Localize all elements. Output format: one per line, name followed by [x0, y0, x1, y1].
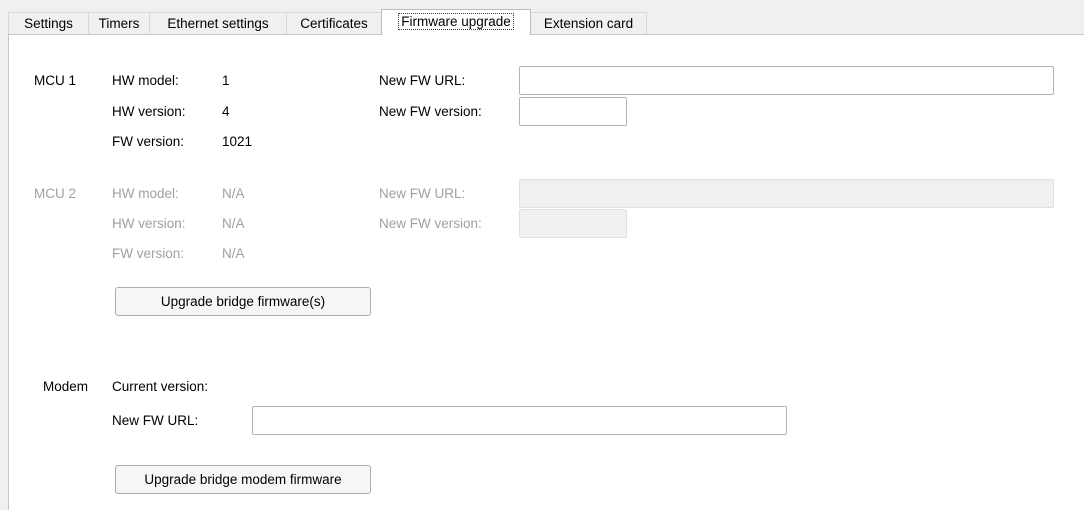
tab-ethernet-settings[interactable]: Ethernet settings [149, 12, 287, 34]
mcu1-title: MCU 1 [34, 73, 77, 88]
mcu2-hw-model-value: N/A [222, 186, 245, 201]
tab-label: Extension card [543, 16, 634, 31]
tab-label: Timers [98, 16, 140, 31]
tab-label: Firmware upgrade [398, 13, 514, 30]
upgrade-modem-firmware-button[interactable]: Upgrade bridge modem firmware [115, 465, 371, 494]
mcu1-new-fw-version-input[interactable] [519, 97, 627, 126]
mcu1-fw-version-label: FW version: [112, 134, 185, 149]
tab-label: Ethernet settings [167, 16, 269, 31]
mcu1-new-fw-version-label: New FW version: [379, 104, 482, 119]
mcu2-new-fw-version-label: New FW version: [379, 216, 482, 231]
mcu2-hw-model-label: HW model: [112, 186, 179, 201]
tab-extension-card[interactable]: Extension card [530, 12, 647, 34]
mcu2-title: MCU 2 [34, 186, 77, 201]
tab-certificates[interactable]: Certificates [286, 12, 382, 34]
tab-settings[interactable]: Settings [8, 12, 89, 34]
mcu1-new-fw-url-label: New FW URL: [379, 73, 466, 88]
mcu2-fw-version-value: N/A [222, 246, 245, 261]
mcu2-hw-version-value: N/A [222, 216, 245, 231]
mcu1-new-fw-url-input[interactable] [519, 66, 1054, 95]
modem-title: Modem [43, 379, 89, 394]
tab-firmware-upgrade[interactable]: Firmware upgrade [381, 9, 531, 35]
mcu1-hw-model-label: HW model: [112, 73, 179, 88]
modem-new-fw-url-input[interactable] [252, 406, 787, 435]
mcu2-new-fw-version-input [519, 209, 627, 238]
modem-current-version-label: Current version: [112, 379, 209, 394]
modem-new-fw-url-label: New FW URL: [112, 413, 199, 428]
tab-label: Certificates [300, 16, 368, 31]
tab-label: Settings [24, 16, 73, 31]
upgrade-bridge-firmware-button[interactable]: Upgrade bridge firmware(s) [115, 287, 371, 316]
mcu1-hw-model-value: 1 [222, 73, 230, 88]
mcu1-hw-version-value: 4 [222, 104, 230, 119]
mcu1-hw-version-label: HW version: [112, 104, 186, 119]
firmware-upgrade-panel: MCU 1 HW model: 1 HW version: 4 FW versi… [8, 34, 1084, 510]
tab-strip: Settings Timers Ethernet settings Certif… [8, 9, 1084, 35]
mcu2-hw-version-label: HW version: [112, 216, 186, 231]
mcu1-fw-version-value: 1021 [222, 134, 253, 149]
mcu2-new-fw-url-input [519, 179, 1054, 208]
mcu2-new-fw-url-label: New FW URL: [379, 186, 466, 201]
mcu2-fw-version-label: FW version: [112, 246, 185, 261]
tab-timers[interactable]: Timers [88, 12, 150, 34]
